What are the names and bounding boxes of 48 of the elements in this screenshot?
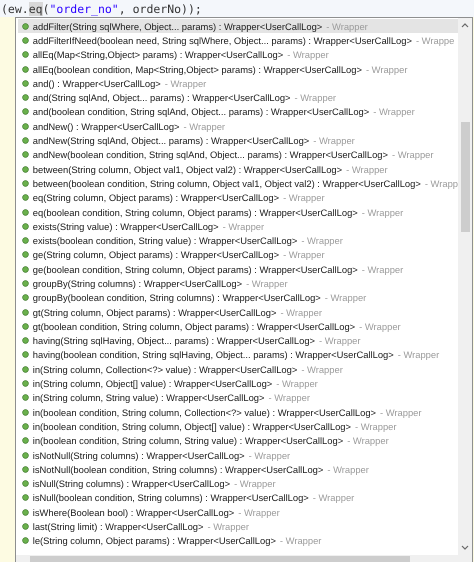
- completion-item[interactable]: between(String column, Object val1, Object val2) : Wrapper<UserCallLog> - Wrapper: [18, 162, 458, 176]
- completion-item[interactable]: allEq(Map<String,Object> params) : Wrapper<UserCallLog> - Wrapper: [18, 48, 458, 62]
- completion-item[interactable]: le(String column, Object params) : Wrapper<UserCallLog> - Wrapper: [18, 534, 458, 548]
- completion-item[interactable]: in(String column, Object[] value) : Wrapper<UserCallLog> - Wrapper: [18, 376, 458, 391]
- completion-item[interactable]: allEq(boolean condition, Map<String,Object> params) : Wrapper<UserCallLog> - Wrapper: [18, 62, 458, 76]
- completion-item[interactable]: gt(boolean condition, String column, Object params) : Wrapper<UserCallLog> - Wrapper: [18, 319, 458, 334]
- completion-item[interactable]: having(String sqlHaving, Object... params) : Wrapper<UserCallLog> - Wrapper: [18, 334, 458, 348]
- completion-item[interactable]: in(boolean condition, String column, Collection<?> value) : Wrapper<UserCallLog> - Wrapper: [18, 405, 458, 420]
- completion-item[interactable]: eq(String column, Object params) : Wrapper<UserCallLog> - Wrapper: [18, 190, 458, 205]
- completion-item[interactable]: exists(String value) : Wrapper<UserCallLog> - Wrapper: [18, 219, 458, 234]
- completion-item[interactable]: andNew(String sqlAnd, Object... params) : Wrapper<UserCallLog> - Wrapper: [18, 133, 458, 148]
- completion-item[interactable]: gt(String column, Object params) : Wrapper<UserCallLog> - Wrapper: [18, 304, 458, 320]
- completion-item[interactable]: having(boolean condition, String sqlHaving, Object... params) : Wrapper<UserCallLog> - Wrapper: [18, 348, 458, 362]
- completion-item[interactable]: ge(boolean condition, String column, Object params) : Wrapper<UserCallLog> - Wrapper: [18, 262, 458, 276]
- completion-item[interactable]: isNull(String columns) : Wrapper<UserCallLog> - Wrapper: [18, 476, 458, 491]
- completion-item[interactable]: andNew() : Wrapper<UserCallLog> - Wrapper: [18, 119, 458, 134]
- code-token: (ew.: [1, 2, 29, 16]
- completion-item[interactable]: ge(String column, Object params) : Wrapper<UserCallLog> - Wrapper: [18, 248, 458, 262]
- completion-item[interactable]: last(String limit) : Wrapper<UserCallLog> - Wrapper: [18, 519, 458, 534]
- completion-item[interactable]: groupBy(boolean condition, String columns) : Wrapper<UserCallLog> - Wrapper: [18, 290, 458, 305]
- completion-item[interactable]: addFilterIfNeed(boolean need, String sqlWhere, Object... params) : Wrapper<UserCallLog> - Wrappe: [18, 33, 458, 48]
- completion-item[interactable]: andNew(boolean condition, String sqlAnd, Object... params) : Wrapper<UserCallLog> - Wrapper: [18, 148, 458, 162]
- completion-item[interactable]: between(boolean condition, String column, Object val1, Object val2) : Wrapper<UserCallLog> - Wrapp: [18, 176, 458, 191]
- completion-item[interactable]: eq(boolean condition, String column, Object params) : Wrapper<UserCallLog> - Wrapper: [18, 204, 458, 220]
- completion-item[interactable]: exists(boolean condition, String value) : Wrapper<UserCallLog> - Wrapper: [18, 233, 458, 248]
- completion-item[interactable]: in(boolean condition, String column, String value) : Wrapper<UserCallLog> - Wrapper: [18, 434, 458, 448]
- completion-item[interactable]: in(String column, String value) : Wrapper<UserCallLog> - Wrapper: [18, 390, 458, 406]
- completion-item[interactable]: isWhere(Boolean bool) : Wrapper<UserCallLog> - Wrapper: [18, 505, 458, 520]
- completion-item[interactable]: in(boolean condition, String column, Object[] value) : Wrapper<UserCallLog> - Wrapper: [18, 419, 458, 434]
- vertical-scrollbar[interactable]: [458, 18, 472, 555]
- completion-item[interactable]: isNotNull(boolean condition, String columns) : Wrapper<UserCallLog> - Wrapper: [18, 462, 458, 476]
- code-token: "order_no": [50, 2, 119, 16]
- completion-item[interactable]: in(String column, Collection<?> value) : Wrapper<UserCallLog> - Wrapper: [18, 362, 458, 376]
- completion-item[interactable]: addFilter(String sqlWhere, Object... params) : Wrapper<UserCallLog> - Wrapper: [18, 19, 458, 34]
- scrollbar-thumb[interactable]: [460, 122, 470, 232]
- completion-item[interactable]: and() : Wrapper<UserCallLog> - Wrapper: [18, 76, 458, 90]
- code-token: (: [42, 2, 50, 16]
- scrollbar-thumb[interactable]: [30, 556, 410, 562]
- completion-item[interactable]: groupBy(String columns) : Wrapper<UserCallLog> - Wrapper: [18, 276, 458, 291]
- completion-item[interactable]: and(boolean condition, String sqlAnd, Object... params) : Wrapper<UserCallLog> - Wrapper: [18, 104, 458, 120]
- code-token: eq: [28, 2, 43, 16]
- completion-item[interactable]: isNotNull(String columns) : Wrapper<UserCallLog> - Wrapper: [18, 448, 458, 462]
- scroll-up-icon: [461, 22, 469, 28]
- completion-item[interactable]: and(String sqlAnd, Object... params) : Wrapper<UserCallLog> - Wrapper: [18, 90, 458, 105]
- scroll-down-icon: [461, 545, 469, 551]
- horizontal-scrollbar[interactable]: [16, 555, 472, 562]
- code-token: , orderNo));: [118, 2, 202, 16]
- completion-item[interactable]: isNull(boolean condition, String columns) : Wrapper<UserCallLog> - Wrapper: [18, 490, 458, 506]
